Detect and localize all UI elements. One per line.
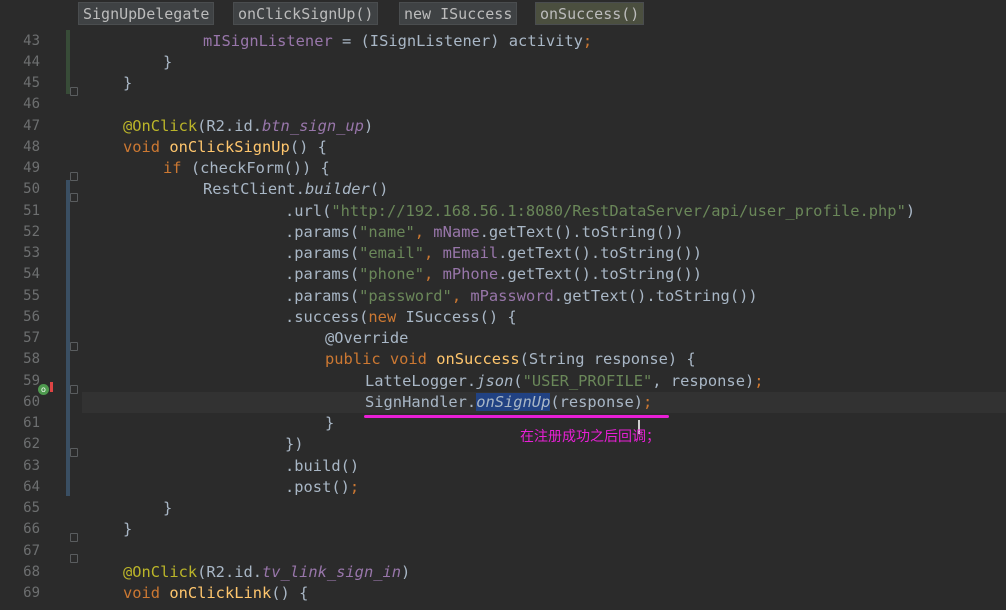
annotation-note: 在注册成功之后回调； (520, 429, 660, 445)
code-line-48: void onClickSignUp() { (123, 138, 327, 156)
line-number: 64 (23, 479, 40, 495)
line-number: 43 (23, 33, 40, 49)
line-number: 49 (23, 160, 40, 176)
code-line-43: mISignListener = (ISignListener) activit… (203, 32, 593, 50)
code-line-49: if (checkForm()) { (163, 159, 330, 177)
breadcrumb-item-onsuccess[interactable]: onSuccess() (535, 2, 645, 25)
line-number: 57 (23, 330, 40, 346)
line-number: 65 (23, 500, 40, 516)
breadcrumb-item-onclicksignup[interactable]: onClickSignUp() (233, 2, 379, 25)
code-line-68: @OnClick(R2.id.tv_link_sign_in) (123, 563, 411, 581)
code-line-54: .params("phone", mPhone.getText().toStri… (285, 265, 703, 283)
line-number: 48 (23, 139, 40, 155)
change-marker[interactable] (66, 30, 70, 94)
line-number: 58 (23, 351, 40, 367)
override-arrow-icon (50, 382, 53, 392)
code-line-51: .url("http://192.168.56.1:8080/RestDataS… (285, 202, 916, 220)
code-line-64: .post(); (285, 478, 360, 496)
line-number: 66 (23, 521, 40, 537)
code-line-53: .params("email", mEmail.getText().toStri… (285, 244, 703, 262)
fold-icon[interactable] (70, 87, 78, 96)
annotation-underline (364, 415, 669, 418)
line-number: 47 (23, 118, 40, 134)
fold-icon[interactable] (70, 193, 78, 202)
code-line-58: public void onSuccess(String response) { (325, 350, 696, 368)
line-number: 59 (23, 373, 40, 389)
fold-icon[interactable] (70, 448, 78, 457)
code-line-61: } (325, 414, 335, 432)
code-line-63: .build() (285, 457, 360, 475)
code-line-50: RestClient.builder() (203, 180, 389, 198)
code-line-60: SignHandler.onSignUp(response); (365, 393, 653, 411)
line-number: 63 (23, 458, 40, 474)
code-line-56: .success(new ISuccess() { (285, 308, 517, 326)
code-line-59: LatteLogger.json("USER_PROFILE", respons… (365, 372, 764, 390)
line-number: 51 (23, 203, 40, 219)
line-number: 45 (23, 75, 40, 91)
code-line-69: void onClickLink() { (123, 584, 309, 602)
code-line-47: @OnClick(R2.id.btn_sign_up) (123, 117, 374, 135)
fold-icon[interactable] (70, 385, 78, 394)
code-line-65: } (163, 499, 173, 517)
line-number: 54 (23, 266, 40, 282)
line-number: 53 (23, 245, 40, 261)
fold-icon[interactable] (70, 342, 78, 351)
fold-icon[interactable] (70, 172, 78, 181)
code-line-57: @Override (325, 329, 409, 347)
fold-icon[interactable] (70, 554, 78, 563)
breadcrumb: SignUpDelegate onClickSignUp() new ISucc… (0, 0, 1006, 30)
breadcrumb-item-new-isuccess[interactable]: new ISuccess (399, 2, 518, 25)
line-number: 44 (23, 54, 40, 70)
line-number: 69 (23, 585, 40, 601)
code-line-66: } (123, 520, 133, 538)
code-line-44: } (163, 53, 173, 71)
line-number: 46 (23, 96, 40, 112)
line-number: 68 (23, 564, 40, 580)
line-number: 67 (23, 543, 40, 559)
line-number: 61 (23, 415, 40, 431)
breadcrumb-item-signupdelegate[interactable]: SignUpDelegate (78, 2, 215, 25)
fold-icon[interactable] (70, 533, 78, 542)
code-line-52: .params("name", mName.getText().toString… (285, 223, 684, 241)
line-number: 62 (23, 436, 40, 452)
code-editor[interactable]: mISignListener = (ISignListener) activit… (82, 30, 1006, 610)
line-number-gutter[interactable]: 43 44 45 46 47 48 49 50 51 52 53 54 55 5… (0, 30, 82, 610)
code-line-62: }) (285, 435, 304, 453)
override-icon[interactable]: o (38, 384, 49, 395)
line-number: 55 (23, 288, 40, 304)
code-line-45: } (123, 74, 133, 92)
line-number: 52 (23, 224, 40, 240)
line-number: 60 (23, 394, 40, 410)
line-number: 50 (23, 181, 40, 197)
line-number: 56 (23, 309, 40, 325)
code-line-55: .params("password", mPassword.getText().… (285, 287, 758, 305)
